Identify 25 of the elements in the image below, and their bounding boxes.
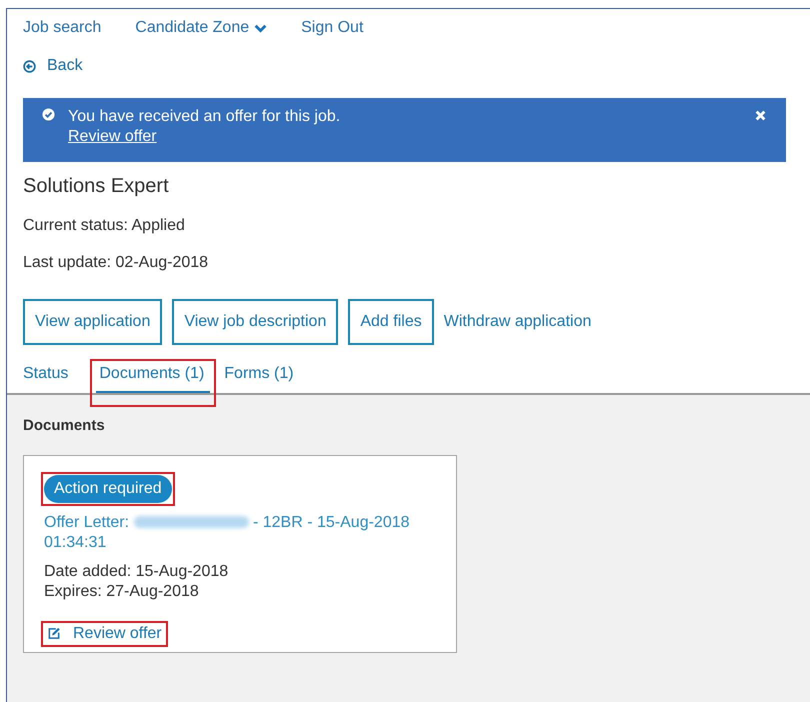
- section-heading: Documents: [23, 416, 106, 434]
- tab[interactable]: Forms (1): [224, 354, 300, 392]
- action-button[interactable]: Add files: [348, 298, 434, 344]
- status-text: Current status: Applied: [23, 216, 186, 234]
- document-link[interactable]: Offer Letter: - 12BR - 15-Aug-2018 01:34:31: [44, 512, 446, 552]
- check-circle-icon: [42, 108, 55, 120]
- tab[interactable]: Status: [23, 354, 74, 392]
- alert-message: You have received an offer for this job.: [68, 106, 342, 126]
- review-offer-link[interactable]: Review offer: [44, 624, 165, 644]
- date-added-text: Date added: 15-Aug-2018: [44, 562, 228, 582]
- action-button[interactable]: View application: [23, 298, 162, 344]
- close-icon[interactable]: [755, 110, 766, 120]
- review-offer-link[interactable]: Review offer: [68, 126, 157, 146]
- nav-link[interactable]: Job search: [23, 15, 102, 41]
- arrow-left-circle-icon: [23, 60, 36, 72]
- job-title: Solutions Expert: [23, 174, 170, 198]
- nav-link[interactable]: Sign Out: [301, 15, 364, 41]
- withdraw-link[interactable]: Withdraw application: [444, 312, 592, 330]
- status-badge: Action required: [44, 474, 172, 502]
- back-link[interactable]: Back: [23, 57, 83, 75]
- expiry-text: Expires: 27-Aug-2018: [44, 582, 200, 602]
- update-text: Last update: 02-Aug-2018: [23, 254, 210, 272]
- edit-icon: [47, 627, 61, 640]
- nav-link[interactable]: Candidate Zone: [135, 15, 268, 41]
- action-button[interactable]: View job description: [172, 298, 338, 344]
